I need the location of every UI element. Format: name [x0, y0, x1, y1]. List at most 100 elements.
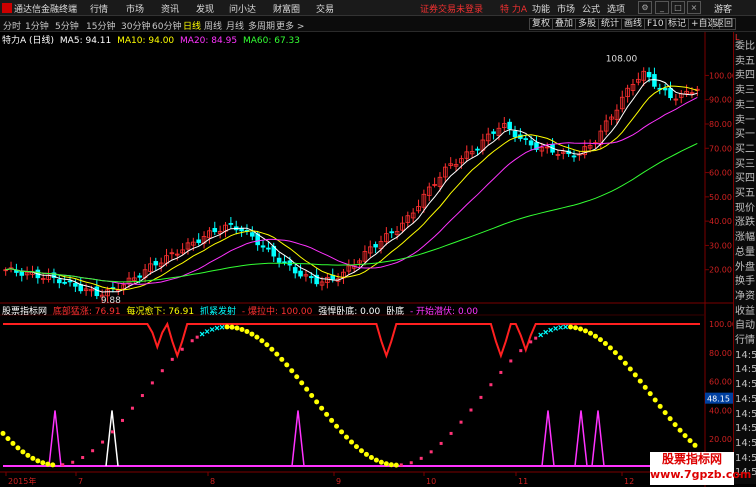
axes: 100.00 90.00 80.00 70.00 60.00 50.00 40.00 30.0… — [5, 71, 733, 486]
signal-spike — [291, 410, 305, 467]
side-item[interactable]: 卖一 — [735, 114, 756, 127]
app-logo — [2, 3, 12, 13]
period-multi[interactable]: 多周期 — [248, 19, 275, 32]
side-item[interactable]: 自动 — [735, 319, 756, 332]
side-item[interactable]: 14:50 — [735, 363, 756, 376]
oscillator-square — [150, 381, 154, 385]
oscillator-square — [449, 431, 453, 435]
candle-body — [137, 275, 142, 278]
side-item[interactable]: 净资 — [735, 290, 756, 303]
oscillator-square — [534, 336, 538, 340]
candle-body — [662, 87, 668, 91]
side-item[interactable]: 买四 — [735, 172, 756, 185]
side-item[interactable]: 14:50 — [735, 422, 756, 435]
menu-gongneng[interactable]: 功能 — [532, 2, 550, 15]
side-item[interactable]: 买一 — [735, 128, 756, 141]
xaxis-label: 7 — [78, 477, 83, 486]
back-button[interactable]: 返回 — [712, 18, 737, 30]
period-5min[interactable]: 5分钟 — [55, 19, 79, 32]
menu-faxian[interactable]: 发现 — [196, 2, 214, 15]
user-label[interactable]: 游客 — [714, 2, 732, 15]
side-item[interactable]: 卖五 — [735, 55, 756, 68]
settings-icon[interactable]: ⚙ — [638, 1, 652, 14]
period-1min[interactable]: 1分钟 — [25, 19, 49, 32]
side-item[interactable]: 卖三 — [735, 84, 756, 97]
side-item[interactable]: 总量 — [735, 246, 756, 259]
mark-button[interactable]: 标记 — [665, 18, 690, 30]
menu-shichang-right[interactable]: 市场 — [557, 2, 575, 15]
side-item[interactable]: 收益 — [735, 305, 756, 318]
side-item[interactable]: 卖二 — [735, 99, 756, 112]
side-item[interactable]: 现价 — [735, 202, 756, 215]
login-alert[interactable]: 证券交易未登录 — [420, 2, 483, 15]
ma5-label: MA5: 94.11 — [59, 36, 112, 46]
ind-label-4: 强悍卧底: 0.00 — [318, 307, 381, 317]
oscillator-dot — [573, 325, 579, 331]
menu-zixun[interactable]: 资讯 — [161, 2, 179, 15]
oscillator-square — [479, 395, 483, 399]
side-item[interactable]: 涨跌 — [735, 216, 756, 229]
chart-canvas[interactable]: 108.009.88 100.00 90.00 80.00 70.00 60.00 50.… — [0, 32, 733, 487]
oscillator-dot — [592, 333, 598, 339]
side-item[interactable]: 14:50 — [735, 408, 756, 421]
oscillator-dot — [25, 452, 31, 458]
side-item[interactable]: 外盘 — [735, 261, 756, 274]
candle-body — [260, 245, 266, 248]
menu-wenxiaoda[interactable]: 问小达 — [229, 2, 256, 15]
menu-xuanxiang[interactable]: 选项 — [607, 2, 625, 15]
side-item[interactable]: 14:50 — [735, 349, 756, 362]
xaxis-label: 2015年 — [8, 476, 36, 486]
period-15min[interactable]: 15分钟 — [86, 19, 115, 32]
overlay-button[interactable]: 叠加 — [552, 18, 577, 30]
side-item[interactable]: 买五 — [735, 187, 756, 200]
price-tick-label: 50.00 — [709, 193, 732, 202]
side-item[interactable]: 买二 — [735, 143, 756, 156]
menu-shichang[interactable]: 市场 — [126, 2, 144, 15]
quote-side-panel: L 委比 卖五 卖四 卖三 卖二 卖一 买一 买二 买三 买四 买五 现价 涨跌 涨幅 总量 外盘 换手 净资 收益… — [733, 32, 756, 484]
oscillator-dot — [10, 440, 16, 446]
close-button[interactable]: × — [687, 1, 701, 14]
stock-tab[interactable]: 特 力A — [500, 2, 527, 15]
period-weekly[interactable]: 周线 — [204, 19, 222, 32]
oscillator-dot — [329, 417, 335, 423]
minimize-button[interactable]: _ — [655, 1, 669, 14]
stats-button[interactable]: 统计 — [598, 18, 623, 30]
side-item[interactable]: 14:50 — [735, 437, 756, 450]
draw-line-button[interactable]: 画线 — [621, 18, 646, 30]
period-fenshi[interactable]: 分时 — [3, 19, 21, 32]
candle-body — [389, 231, 394, 234]
side-item[interactable]: 14:50 — [735, 378, 756, 391]
indicator-tick-label: 60.00 — [709, 378, 732, 387]
side-item[interactable]: 委比 — [735, 40, 756, 53]
side-item[interactable]: 卖四 — [735, 69, 756, 82]
side-item[interactable]: 14:50 — [735, 452, 756, 465]
oscillator-dot — [30, 455, 36, 461]
oscillator-dot — [5, 436, 11, 442]
menu-hangqing[interactable]: 行情 — [90, 2, 108, 15]
xaxis-label: 12 — [624, 477, 634, 486]
fuquan-button[interactable]: 复权 — [529, 18, 554, 30]
f10-button[interactable]: F10 — [644, 18, 667, 30]
maximize-button[interactable]: □ — [671, 1, 685, 14]
menu-gongshi[interactable]: 公式 — [582, 2, 600, 15]
side-item[interactable]: 行情 — [735, 334, 756, 347]
candle-body — [571, 155, 577, 158]
period-more[interactable]: 更多 > — [276, 19, 304, 32]
multi-stock-button[interactable]: 多股 — [575, 18, 600, 30]
oscillator-cross — [204, 329, 210, 334]
period-30min[interactable]: 30分钟 — [121, 19, 150, 32]
oscillator-dot — [368, 455, 374, 461]
candle-body — [57, 279, 62, 284]
side-item[interactable]: 涨幅 — [735, 231, 756, 244]
menu-caifuquan[interactable]: 财富圈 — [273, 2, 300, 15]
oscillator-square — [459, 420, 463, 424]
oscillator-dot — [692, 442, 698, 448]
menu-jiaoyi[interactable]: 交易 — [316, 2, 334, 15]
period-daily[interactable]: 日线 — [183, 19, 201, 32]
period-monthly[interactable]: 月线 — [226, 19, 244, 32]
period-60min[interactable]: 60分钟 — [152, 19, 181, 32]
side-item[interactable]: 换手 — [735, 275, 756, 288]
side-item[interactable]: 买三 — [735, 158, 756, 171]
side-item[interactable]: 14:50 — [735, 393, 756, 406]
indicator-name[interactable]: 股票指标网 — [2, 307, 47, 317]
